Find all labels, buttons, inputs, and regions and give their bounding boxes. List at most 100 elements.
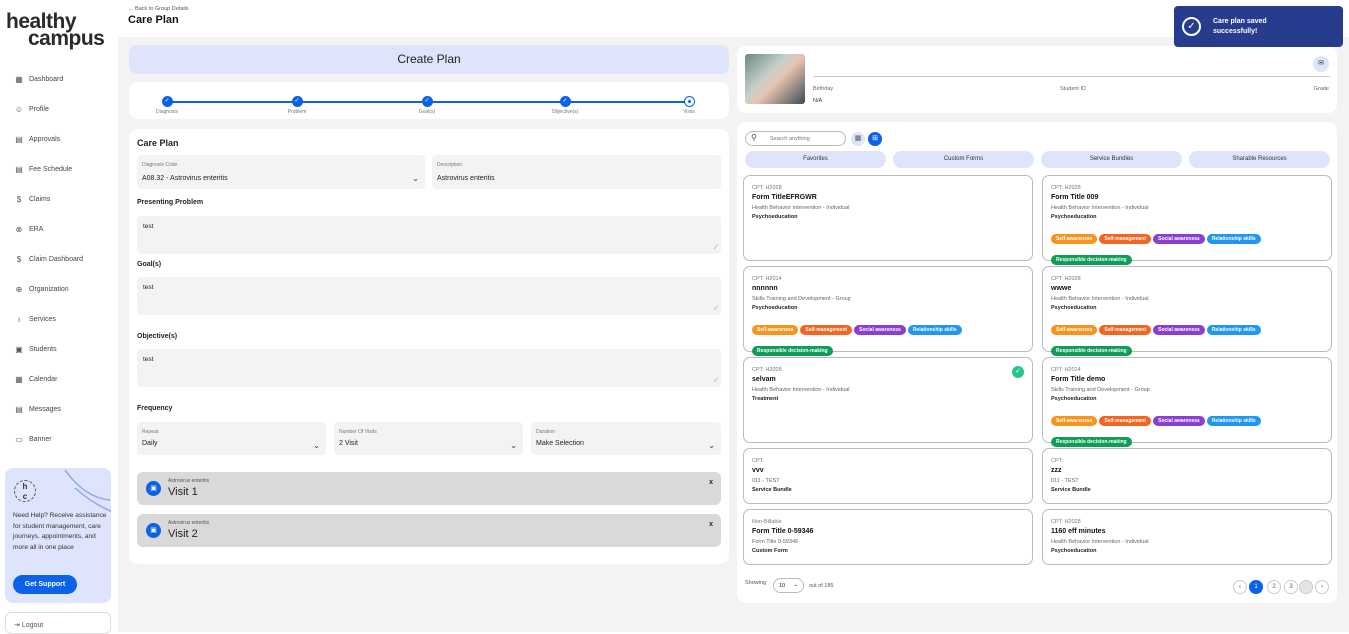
chat-icon[interactable]: ✉ <box>1313 56 1329 72</box>
duration-select[interactable]: Duration Make Selection ⌄ <box>531 422 721 455</box>
form-card[interactable]: CPT: H2028 Form Title 009 Health Behavior … <box>1042 175 1332 265</box>
sidebar-item-calendar[interactable]: ▦ Calendar <box>14 364 114 394</box>
sidebar-item-dashboard[interactable]: ▦ Dashboard <box>14 64 114 94</box>
sidebar-item-messages[interactable]: ▤ Messages <box>14 394 114 424</box>
form-card[interactable]: CPT: H2028 1160 eff minutes Health Behavio… <box>1042 509 1332 565</box>
objectives-label: Objective(s) <box>137 333 178 340</box>
description-field[interactable]: Description Astrovirus enteritis <box>432 155 721 189</box>
page-size-select[interactable]: 10 ⌄ <box>773 578 804 593</box>
sidebar-item-services[interactable]: ♁ Services <box>14 304 114 334</box>
grid-view-icon[interactable]: ⊞ <box>868 132 882 146</box>
form-card[interactable]: CPT: zzz 011 - TEST Service Bundle <box>1042 448 1332 504</box>
resize-handle-icon[interactable]: ⟋ <box>714 378 718 385</box>
step-label: Problem <box>287 109 307 115</box>
more-pages-icon[interactable] <box>1299 580 1313 594</box>
form-card-subtitle: Skills Training and Development - Group <box>1051 387 1150 393</box>
number-of-visits-value: 2 Visit <box>339 440 358 447</box>
presenting-problem-textarea[interactable]: test ⟋ <box>137 216 721 254</box>
step-label: Visits <box>683 109 695 115</box>
chevron-down-icon: ⌄ <box>708 441 715 450</box>
era-icon: ⊗ <box>15 224 23 234</box>
repeat-select[interactable]: Repeat Daily ⌄ <box>137 422 326 455</box>
form-card-category: Psychoeducation <box>1051 214 1097 220</box>
diagnosis-code-select[interactable]: Diagnosis Code A08.32 - Astrovirus enter… <box>137 155 425 189</box>
form-card-title: wwwe <box>1051 285 1072 292</box>
goals-textarea[interactable]: test ⟋ <box>137 277 721 315</box>
form-card-title: Form Title 0-59346 <box>752 528 814 535</box>
visit-item[interactable]: ▣ Astrovirus enteritis Visit 2 x <box>137 514 721 547</box>
close-icon[interactable]: x <box>709 521 713 528</box>
form-card[interactable]: CPT: H2014 Form Title demo Skills Training… <box>1042 357 1332 447</box>
form-card[interactable]: CPT: H2028 wwwe Health Behavior Interventi… <box>1042 266 1332 356</box>
step-diagnosis[interactable]: ✓ Diagnosis <box>137 96 197 115</box>
page-size-value: 10 <box>779 583 786 589</box>
sidebar-item-profile[interactable]: ☺ Profile <box>14 94 114 124</box>
form-card[interactable]: CPT: H2028 selvam Health Behavior Interven… <box>743 357 1033 443</box>
form-card-subtitle: Health Behavior Intervention - Individua… <box>1051 205 1149 211</box>
tab-service-bundles[interactable]: Service Bundles <box>1041 151 1182 168</box>
form-card-category: Psychoeducation <box>1051 396 1097 402</box>
prev-page-icon[interactable]: ‹ <box>1233 580 1247 594</box>
step-goals[interactable]: ✓ Goal(s) <box>397 96 457 115</box>
objectives-value: test <box>143 356 154 363</box>
visit-item[interactable]: ▣ Astrovirus enteritis Visit 1 x <box>137 472 721 505</box>
tag-badge: Relationship skills <box>1206 416 1261 426</box>
form-card-subtitle: Health Behavior Intervention - Individua… <box>1051 539 1149 545</box>
resize-handle-icon[interactable]: ⟋ <box>714 306 718 313</box>
form-card[interactable]: CPT: H2014 nnnnnn Skills Training and Deve… <box>743 266 1033 356</box>
objectives-textarea[interactable]: test ⟋ <box>137 349 721 387</box>
back-link[interactable]: ← Back to Group Details <box>128 6 189 12</box>
sidebar-item-claim-dashboard[interactable]: $ Claim Dashboard <box>14 244 114 274</box>
sidebar-item-label: Dashboard <box>29 75 64 83</box>
step-objectives[interactable]: ✓ Objective(s) <box>535 96 595 115</box>
page-button[interactable]: 3 <box>1284 580 1298 594</box>
create-plan-banner: Create Plan <box>129 45 729 74</box>
tab-sharable-resources[interactable]: Sharable Resources <box>1189 151 1330 168</box>
chevron-down-icon: ⌄ <box>793 582 798 588</box>
list-view-icon[interactable]: ▦ <box>851 132 865 146</box>
grade-label: Grade <box>1313 86 1329 92</box>
success-toast: ✓ Care plan saved successfully! <box>1174 6 1343 47</box>
get-support-button[interactable]: Get Support <box>13 575 77 594</box>
form-card[interactable]: CPT: vvv 011 - TEST Service Bundle <box>743 448 1033 504</box>
form-card-subtitle: Health Behavior Intervention - Individua… <box>752 205 850 211</box>
next-page-icon[interactable]: › <box>1315 580 1329 594</box>
sidebar-item-organization[interactable]: ⊕ Organization <box>14 274 114 304</box>
resize-handle-icon[interactable]: ⟋ <box>714 245 718 252</box>
sidebar-item-fee-schedule[interactable]: ▤ Fee Schedule <box>14 154 114 184</box>
step-problem[interactable]: ✓ Problem <box>267 96 327 115</box>
sidebar-item-label: Messages <box>29 405 61 413</box>
tag-badge: Social awareness <box>1153 234 1205 244</box>
tag-badge: Relationship skills <box>907 325 962 335</box>
sidebar-item-claims[interactable]: $ Claims <box>14 184 114 214</box>
tag-list: Self-awareness Self-management Social awar… <box>752 318 1022 360</box>
description-value: Astrovirus enteritis <box>437 175 495 182</box>
step-visits[interactable]: Visits <box>659 96 719 115</box>
form-card[interactable]: CPT: H2028 Form TitleEFRGWR Health Behavio… <box>743 175 1033 261</box>
chevron-down-icon: ⌄ <box>510 441 517 450</box>
student-icon: ▣ <box>15 344 23 354</box>
close-icon[interactable]: x <box>709 479 713 486</box>
check-circle-icon: ✓ <box>1182 17 1201 36</box>
tab-favorites[interactable]: Favorites <box>745 151 886 168</box>
tab-custom-forms[interactable]: Custom Forms <box>893 151 1034 168</box>
sidebar-item-approvals[interactable]: ▤ Approvals <box>14 124 114 154</box>
repeat-label: Repeat <box>142 429 159 435</box>
check-icon: ✓ <box>421 96 433 107</box>
sidebar-item-era[interactable]: ⊗ ERA <box>14 214 114 244</box>
form-card-category: Psychoeducation <box>752 214 798 220</box>
user-icon: ☺ <box>14 104 24 114</box>
form-card[interactable]: Non-Billable Form Title 0-59346 Form Title… <box>743 509 1033 565</box>
check-circle-icon: ✓ <box>1012 366 1024 378</box>
tag-badge: Social awareness <box>1153 325 1205 335</box>
logo[interactable]: healthy campus <box>6 10 112 50</box>
page-button[interactable]: 2 <box>1267 580 1281 594</box>
search-input[interactable]: ⚲ Search anything <box>745 131 846 146</box>
page-button[interactable]: 1 <box>1249 580 1263 594</box>
form-card-subtitle: Form Title 0-59346 <box>752 539 799 545</box>
logout-button[interactable]: ⇥ Logout <box>5 612 111 634</box>
sidebar-item-banner[interactable]: ▭ Banner <box>14 424 114 454</box>
number-of-visits-select[interactable]: Number Of Visits 2 Visit ⌄ <box>334 422 523 455</box>
sidebar-item-students[interactable]: ▣ Students <box>14 334 114 364</box>
form-card-category: Service Bundle <box>1051 487 1091 493</box>
